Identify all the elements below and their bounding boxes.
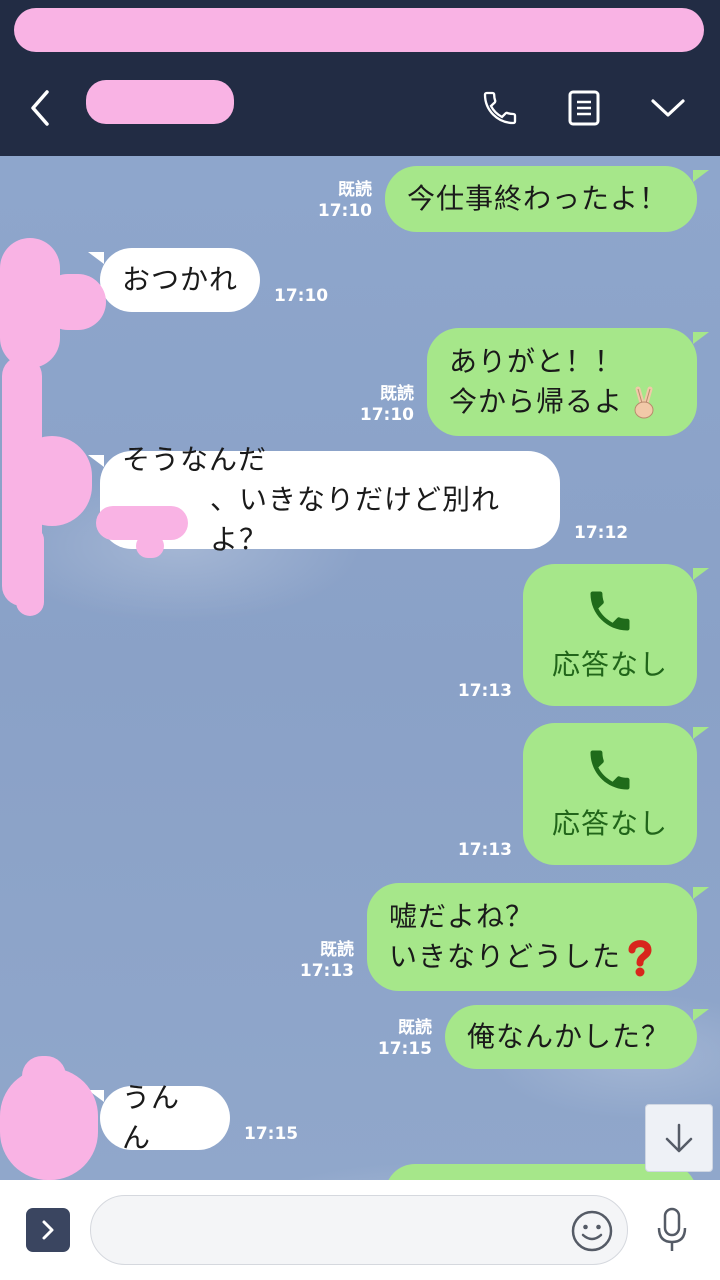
chat-area[interactable]: 既読 17:10 今仕事終わったよ！ おつかれ 17:10 既読 17:10 ありが… <box>0 156 720 1180</box>
victory-hand-emoji <box>634 386 654 419</box>
missed-call-bubble[interactable]: 応答なし <box>523 723 697 865</box>
notes-icon <box>568 90 600 126</box>
message-time: 17:15 <box>244 1124 299 1144</box>
message-time: 17:15 <box>377 1039 432 1059</box>
scroll-down-arrow-icon <box>665 1123 693 1153</box>
message-text-line: 嘘だよね？ <box>389 900 535 933</box>
message-time: 17:10 <box>359 405 414 425</box>
read-status: 既読 17:13 <box>282 940 354 982</box>
call-button[interactable] <box>472 80 528 136</box>
message-time: 17:13 <box>457 840 512 860</box>
message-time: 17:10 <box>317 201 372 221</box>
bubble-tail <box>693 887 709 899</box>
bubble-tail <box>693 1009 709 1021</box>
message-text-line: そうなんだ <box>122 443 268 476</box>
chat-header <box>0 58 720 156</box>
voice-input-button[interactable] <box>648 1204 696 1256</box>
read-status: 既読 17:15 <box>360 1018 432 1060</box>
text-redaction <box>136 534 164 558</box>
chevron-down-icon <box>651 99 685 117</box>
message-time: 17:12 <box>574 523 629 543</box>
message-bubble-out[interactable]: 嘘だよね？ いきなりどうした <box>367 883 697 991</box>
phone-icon <box>590 750 630 790</box>
smiley-icon <box>571 1210 613 1252</box>
read-status: 既読 17:10 <box>342 384 414 426</box>
message-bubble-in[interactable]: おつかれ <box>100 248 260 312</box>
redaction-mark <box>14 8 704 52</box>
read-status: 既読 17:10 <box>300 180 372 222</box>
call-status-text: 応答なし <box>551 807 668 840</box>
message-bubble-in[interactable]: うんん <box>100 1081 230 1154</box>
message-text: 俺なんかした？ <box>467 1020 671 1053</box>
avatar-redaction <box>12 436 92 526</box>
message-text: おつかれ <box>122 263 239 296</box>
red-question-mark-emoji <box>628 940 652 977</box>
back-button[interactable] <box>12 80 68 136</box>
message-bubble-out[interactable]: 今仕事終わったよ！ <box>385 166 697 232</box>
menu-dropdown-button[interactable] <box>640 80 696 136</box>
message-input[interactable] <box>90 1195 628 1265</box>
message-text: うんん <box>122 1081 181 1154</box>
message-time: 17:13 <box>299 961 354 981</box>
bubble-tail <box>693 332 709 344</box>
message-bubble-out[interactable]: ありがと！！ 今から帰るよ <box>427 328 697 436</box>
bubble-tail <box>693 727 709 739</box>
contact-name-redaction <box>86 80 234 124</box>
notes-button[interactable] <box>556 80 612 136</box>
message-text-line-with-emoji: 今から帰るよ <box>449 382 675 422</box>
expand-chevron-icon <box>42 1220 54 1240</box>
message-text-line: ありがと！！ <box>449 345 624 378</box>
bubble-tail <box>88 252 104 264</box>
message-text-line-with-emoji: いきなりどうした <box>389 937 675 977</box>
avatar-redaction <box>22 1056 66 1096</box>
message-text: 今仕事終わったよ！ <box>407 182 669 215</box>
bubble-tail <box>693 568 709 580</box>
status-bar <box>0 0 720 58</box>
phone-icon <box>590 591 630 631</box>
microphone-icon <box>657 1207 687 1251</box>
back-chevron-icon <box>31 90 49 126</box>
missed-call-bubble[interactable]: 応答なし <box>523 564 697 706</box>
avatar-redaction <box>40 274 106 330</box>
phone-icon <box>483 91 517 125</box>
expand-menu-button[interactable] <box>26 1208 70 1252</box>
call-status-text: 応答なし <box>551 648 668 681</box>
scroll-to-bottom-button[interactable] <box>645 1104 713 1172</box>
message-time: 17:13 <box>457 681 512 701</box>
message-bubble-out[interactable]: 俺なんかした？ <box>445 1005 697 1069</box>
message-time: 17:10 <box>274 286 329 306</box>
message-input-bar <box>0 1180 720 1280</box>
bubble-tail <box>693 170 709 182</box>
emoji-button[interactable] <box>570 1209 614 1253</box>
avatar-redaction <box>16 526 44 616</box>
